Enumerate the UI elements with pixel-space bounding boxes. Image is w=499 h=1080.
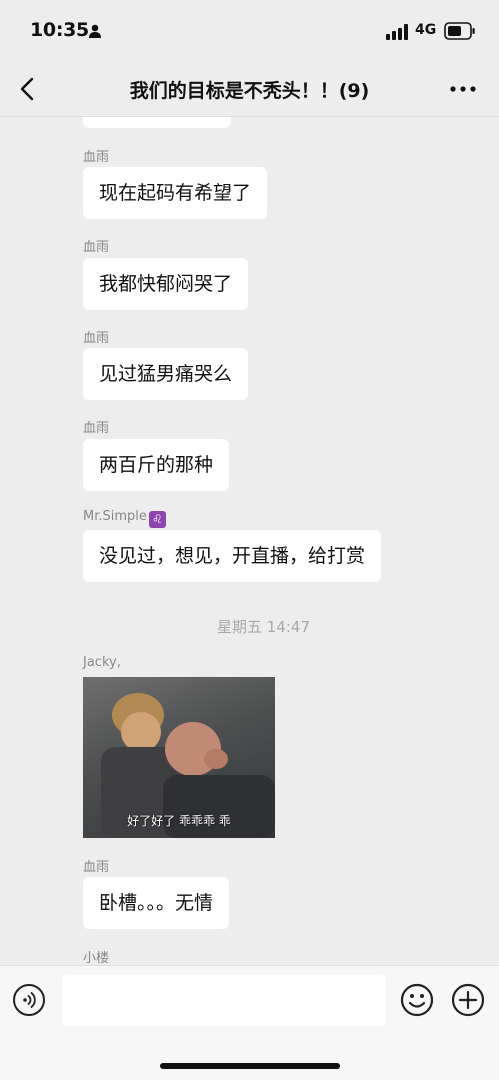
message-bubble[interactable]: 现在起码有希望了 <box>83 167 268 219</box>
signal-icon <box>386 24 408 40</box>
sender-name: Mr.Simple ♌ <box>83 509 166 528</box>
person-icon <box>89 24 101 38</box>
status-bar: 10:35 4G <box>0 0 499 62</box>
sender-name: 血雨 <box>83 240 110 255</box>
message-bubble[interactable]: 没见过，想见，开直播，给打赏 <box>83 530 382 582</box>
plus-icon[interactable] <box>451 983 485 1017</box>
sender-name-text: Mr.Simple <box>83 509 147 524</box>
timestamp: 星期五 14:47 <box>217 618 310 636</box>
gif-caption: 好了好了 乖乖乖 乖 <box>127 814 231 828</box>
chat-title: 我们的目标是不秃头！！(9) <box>129 80 370 102</box>
input-bar <box>0 965 499 1080</box>
more-icon[interactable] <box>448 82 478 96</box>
leo-zodiac-icon: ♌ <box>148 511 166 528</box>
voice-input-button[interactable] <box>13 984 45 1016</box>
network-label: 4G <box>415 22 437 38</box>
home-indicator <box>160 1063 340 1069</box>
message-bubble-partial[interactable] <box>83 117 231 128</box>
sender-name: 血雨 <box>83 331 110 346</box>
status-time: 10:35 <box>30 19 89 41</box>
emoji-icon[interactable] <box>400 983 434 1017</box>
message-bubble[interactable]: 我都快郁闷哭了 <box>83 258 249 310</box>
gif-sticker[interactable]: 好了好了 乖乖乖 乖 <box>83 677 275 838</box>
sender-name: 血雨 <box>83 150 110 165</box>
sender-name: 血雨 <box>83 860 110 875</box>
message-bubble[interactable]: 见过猛男痛哭么 <box>83 348 249 400</box>
chat-area[interactable]: 血雨 现在起码有希望了 血雨 我都快郁闷哭了 血雨 见过猛男痛哭么 血雨 两百斤… <box>0 117 499 965</box>
sender-name: 小楼 <box>83 951 110 965</box>
battery-icon <box>444 22 475 40</box>
voice-icon <box>23 992 36 1008</box>
back-icon[interactable] <box>16 75 42 103</box>
message-bubble[interactable]: 卧槽。。。无情 <box>83 877 230 929</box>
nav-bar: 我们的目标是不秃头！！(9) <box>0 62 499 117</box>
sender-name: 血雨 <box>83 421 110 436</box>
message-bubble[interactable]: 两百斤的那种 <box>83 439 230 491</box>
message-input[interactable] <box>62 975 386 1026</box>
sender-name: Jacky, <box>83 655 121 670</box>
